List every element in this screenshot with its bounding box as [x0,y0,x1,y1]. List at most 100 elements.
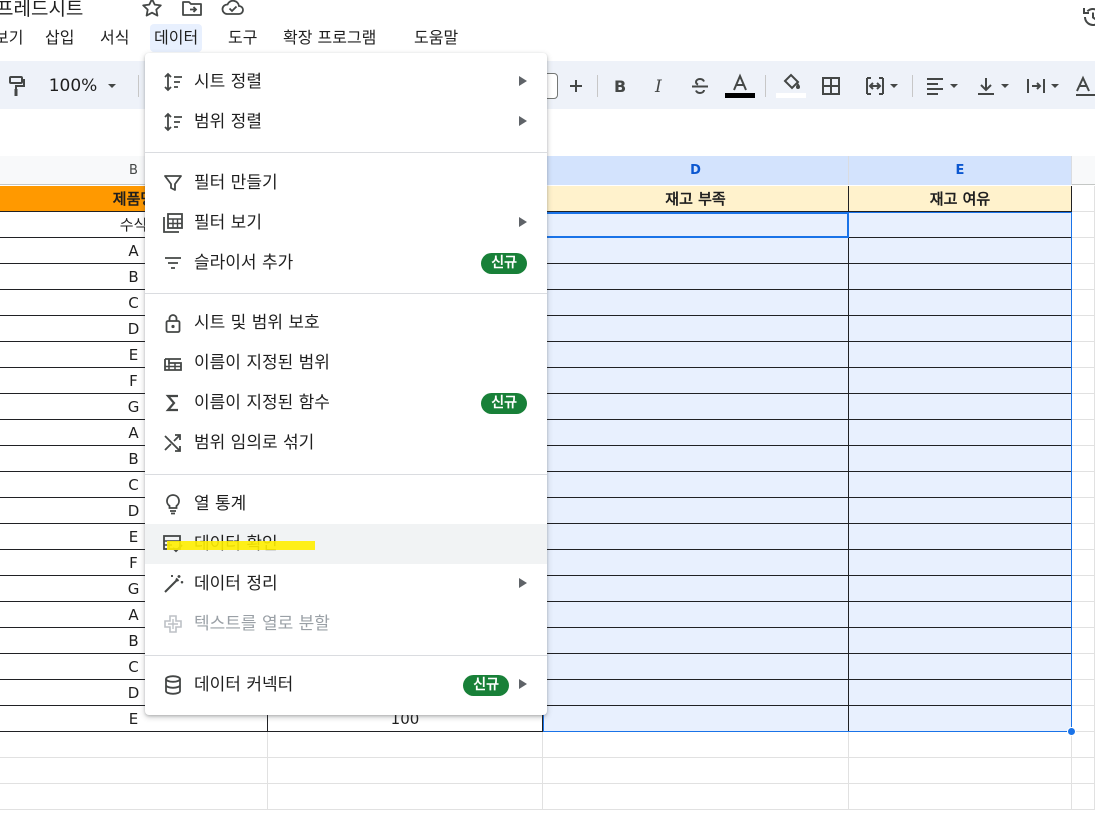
menu-item-named-ranges[interactable]: 이름이 지정된 범위 [145,343,547,383]
grid-cell[interactable] [268,758,543,784]
grid-cell[interactable] [1072,706,1095,732]
borders-icon[interactable] [818,73,844,99]
grid-cell[interactable] [849,550,1072,576]
grid-cell[interactable] [543,602,849,628]
grid-cell[interactable] [849,524,1072,550]
grid-cell[interactable] [849,212,1072,238]
grid-cell[interactable] [1072,550,1095,576]
menu-item-sort-sheet[interactable]: 시트 정렬 [145,62,547,102]
grid-cell[interactable] [1072,472,1095,498]
header-cell-low-stock[interactable]: 재고 부족 [543,186,849,212]
grid-cell[interactable] [849,498,1072,524]
italic-icon[interactable]: I [647,73,673,99]
grid-cell[interactable] [543,472,849,498]
grid-cell[interactable] [849,576,1072,602]
menu-item-add-slicer[interactable]: 슬라이서 추가 신규 [145,243,547,283]
grid-cell[interactable] [1072,316,1095,342]
grid-cell[interactable] [849,628,1072,654]
grid-cell[interactable] [849,654,1072,680]
grid-cell[interactable] [1072,654,1095,680]
grid-cell[interactable] [1072,602,1095,628]
grid-cell[interactable] [849,368,1072,394]
grid-cell[interactable] [0,732,268,758]
grid-cell[interactable] [543,290,849,316]
grid-cell[interactable] [543,446,849,472]
grid-cell[interactable] [1072,290,1095,316]
grid-cell[interactable] [849,420,1072,446]
text-rotation-icon[interactable] [1074,73,1095,99]
grid-cell[interactable] [543,706,849,732]
grid-cell[interactable] [543,654,849,680]
grid-cell[interactable] [543,316,849,342]
grid-cell[interactable] [849,238,1072,264]
menu-help[interactable]: 도움말 [410,24,462,52]
grid-cell[interactable] [849,264,1072,290]
grid-cell[interactable] [0,758,268,784]
grid-cell[interactable] [1072,420,1095,446]
menu-extensions[interactable]: 확장 프로그램 [279,24,380,52]
menu-data[interactable]: 데이터 [150,24,203,52]
menu-item-sort-range[interactable]: 범위 정렬 [145,102,547,142]
grid-cell[interactable] [849,680,1072,706]
text-color-icon[interactable] [725,73,755,99]
grid-cell[interactable] [543,498,849,524]
grid-cell[interactable] [268,732,543,758]
grid-cell[interactable] [849,290,1072,316]
menu-item-randomize-range[interactable]: 범위 임의로 섞기 [145,423,547,463]
column-header-d[interactable]: D [543,156,849,185]
grid-cell[interactable] [1072,342,1095,368]
merge-cells-icon[interactable] [858,73,908,99]
increase-font-size-icon[interactable] [563,73,589,99]
column-header-f[interactable] [1072,156,1095,185]
grid-cell[interactable] [543,732,849,758]
version-history-icon[interactable] [1080,4,1095,30]
grid-cell[interactable] [1072,628,1095,654]
grid-cell[interactable] [1072,186,1095,212]
grid-cell[interactable] [1072,394,1095,420]
menu-tools[interactable]: 도구 [224,24,261,52]
grid-cell[interactable] [849,472,1072,498]
fill-color-icon[interactable] [776,73,806,99]
strikethrough-icon[interactable] [687,73,713,99]
move-folder-icon[interactable] [180,0,204,20]
star-icon[interactable] [140,0,164,20]
grid-cell[interactable] [0,784,268,810]
fill-handle[interactable] [1067,727,1076,736]
grid-cell[interactable] [543,368,849,394]
header-cell-surplus-stock[interactable]: 재고 여유 [849,186,1072,212]
grid-cell[interactable] [1072,368,1095,394]
grid-cell[interactable] [1072,784,1095,810]
menu-insert[interactable]: 삽입 [41,24,78,52]
menu-item-filter-views[interactable]: 필터 보기 [145,203,547,243]
grid-cell[interactable] [849,602,1072,628]
text-wrap-icon[interactable] [1022,73,1066,99]
grid-cell[interactable] [849,706,1072,732]
grid-cell[interactable] [543,680,849,706]
grid-cell[interactable] [849,732,1072,758]
bold-icon[interactable]: B [607,73,633,99]
grid-cell[interactable] [1072,264,1095,290]
vertical-align-icon[interactable] [972,73,1016,99]
grid-cell[interactable] [1072,758,1095,784]
column-header-e[interactable]: E [849,156,1072,185]
grid-cell[interactable] [849,758,1072,784]
grid-cell[interactable] [543,394,849,420]
grid-cell[interactable] [543,264,849,290]
grid-cell[interactable] [849,342,1072,368]
paint-format-icon[interactable] [4,73,30,99]
grid-cell[interactable] [849,394,1072,420]
grid-cell[interactable] [1072,446,1095,472]
grid-cell[interactable] [543,342,849,368]
menu-item-named-functions[interactable]: 이름이 지정된 함수 신규 [145,383,547,423]
cloud-saved-icon[interactable] [220,0,244,20]
grid-cell[interactable] [543,628,849,654]
grid-cell[interactable] [543,550,849,576]
zoom-select[interactable]: 100% [44,73,126,99]
menu-view[interactable]: 보기 [0,24,27,52]
grid-cell[interactable] [849,446,1072,472]
grid-cell[interactable] [543,784,849,810]
grid-cell[interactable] [543,420,849,446]
grid-cell[interactable] [1072,680,1095,706]
grid-cell[interactable] [543,576,849,602]
grid-cell[interactable] [268,784,543,810]
